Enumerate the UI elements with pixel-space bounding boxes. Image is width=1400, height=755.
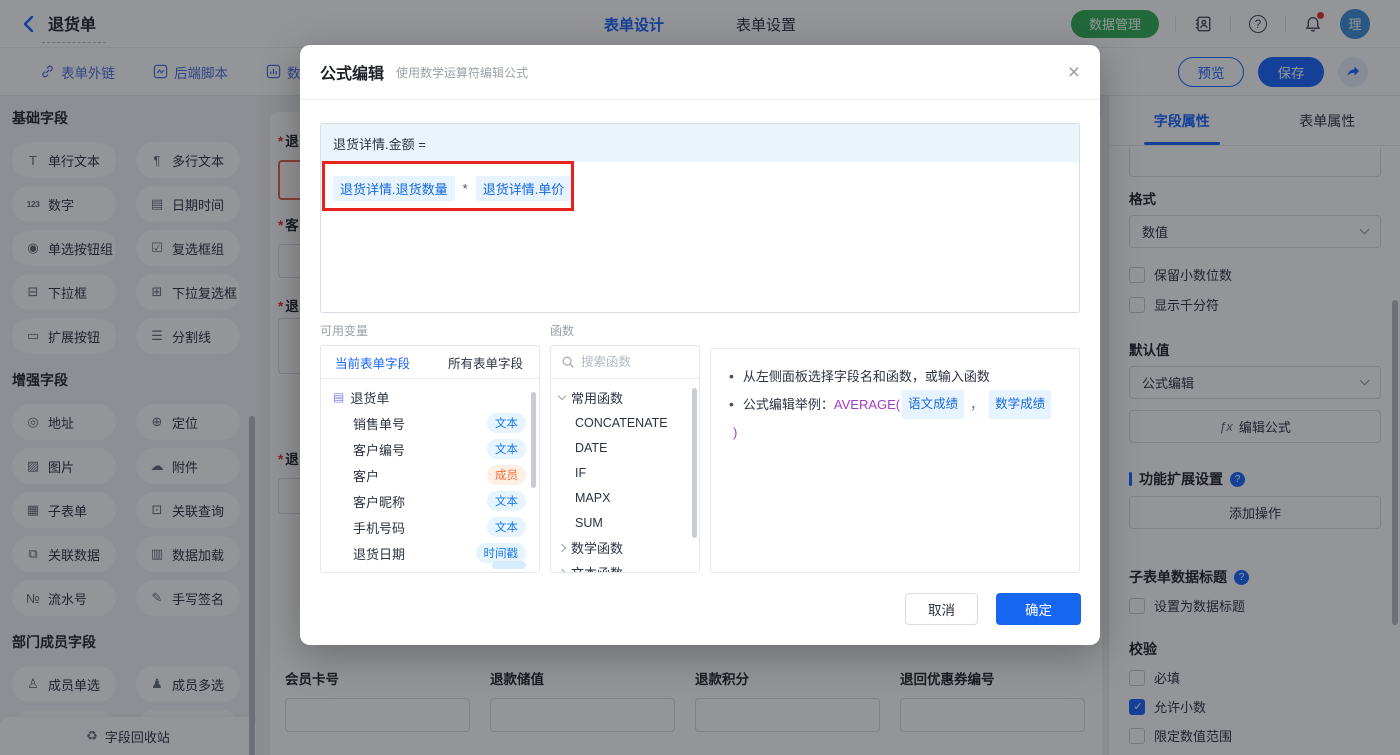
- example-function-name: AVERAGE(: [833, 397, 901, 412]
- search-icon: [562, 356, 574, 368]
- formula-chip-unit-price[interactable]: 退货详情.单价: [475, 176, 572, 201]
- modal-subtitle: 使用数学运算符编辑公式: [396, 65, 529, 80]
- group-text-functions[interactable]: 文本函数: [551, 560, 699, 572]
- functions-scrollbar[interactable]: [692, 388, 697, 538]
- tab-current-form-fields[interactable]: 当前表单字段: [321, 353, 410, 372]
- chevron-right-icon: [557, 568, 567, 572]
- functions-label: 函数: [550, 324, 575, 338]
- fn-mapx[interactable]: MAPX: [551, 485, 699, 510]
- clipped-badge: [492, 561, 526, 569]
- app-root: 退货单 表单设计 表单设置 数据管理 ? 理 表单外链 后端脚本 预览 保存 基…: [0, 0, 1400, 755]
- function-search-input[interactable]: [581, 355, 671, 369]
- group-math-functions[interactable]: 数学函数: [551, 535, 699, 560]
- type-badge: 文本: [487, 439, 526, 459]
- cancel-button[interactable]: 取消: [905, 593, 978, 625]
- tree-field-phone-number[interactable]: 手机号码 文本: [321, 514, 539, 540]
- formula-chip-return-qty[interactable]: 退货详情.退货数量: [333, 176, 455, 201]
- formula-help-box: • 从左侧面板选择字段名和函数，或输入函数 • 公式编辑举例： AVERAGE(…: [710, 348, 1080, 573]
- tree-field-customer[interactable]: 客户 成员: [321, 462, 539, 488]
- bullet-icon: •: [729, 368, 734, 384]
- tree-field-customer-no[interactable]: 客户编号 文本: [321, 436, 539, 462]
- variables-label: 可用变量: [320, 324, 369, 338]
- type-badge: 文本: [487, 413, 526, 433]
- type-badge: 成员: [487, 465, 526, 485]
- help-line-1: 从左侧面板选择字段名和函数，或输入函数: [742, 369, 990, 384]
- fn-date[interactable]: DATE: [551, 435, 699, 460]
- chevron-down-icon: [557, 391, 567, 401]
- confirm-button[interactable]: 确定: [996, 593, 1081, 625]
- formula-expression[interactable]: 退货详情.退货数量 * 退货详情.单价: [321, 162, 1079, 215]
- type-badge: 时间戳: [475, 543, 526, 563]
- example-comma: ，: [970, 397, 984, 412]
- tree-field-customer-nickname[interactable]: 客户昵称 文本: [321, 488, 539, 514]
- fn-sum[interactable]: SUM: [551, 510, 699, 535]
- tree-root-return-order[interactable]: ▤ 退货单: [321, 384, 539, 410]
- multiply-operator: *: [462, 181, 468, 196]
- formula-editor-box[interactable]: 退货详情.金额 = 退货详情.退货数量 * 退货详情.单价: [320, 123, 1080, 313]
- formula-editor-modal: 公式编辑 使用数学运算符编辑公式 × 退货详情.金额 = 退货详情.退货数量 *…: [300, 45, 1100, 645]
- formula-target: 退货详情.金额 =: [321, 124, 1079, 162]
- tab-all-form-fields[interactable]: 所有表单字段: [448, 353, 539, 372]
- fn-if[interactable]: IF: [551, 460, 699, 485]
- group-common-functions[interactable]: 常用函数: [551, 385, 699, 410]
- document-icon: ▤: [333, 390, 345, 404]
- function-search[interactable]: [551, 346, 699, 379]
- example-close-paren: ): [733, 425, 738, 440]
- variables-box: 当前表单字段 所有表单字段 ▤ 退货单 销售单号 文本 客户编号 文本 客户 成员 客…: [320, 345, 540, 573]
- type-badge: 文本: [487, 517, 526, 537]
- bullet-icon: •: [729, 396, 734, 412]
- variables-tree: ▤ 退货单 销售单号 文本 客户编号 文本 客户 成员 客户昵称 文本 手机号码 文本 退…: [321, 379, 539, 569]
- type-badge: 文本: [487, 491, 526, 511]
- function-list: 常用函数 CONCATENATE DATE IF MAPX SUM 数学函数 文…: [551, 379, 699, 572]
- modal-title: 公式编辑: [320, 66, 385, 83]
- chevron-right-icon: [557, 543, 567, 552]
- example-arg-math-score: 数学成绩: [989, 390, 1052, 419]
- fn-concatenate[interactable]: CONCATENATE: [551, 410, 699, 435]
- tree-field-sales-order-no[interactable]: 销售单号 文本: [321, 410, 539, 436]
- close-icon[interactable]: ×: [1068, 62, 1080, 83]
- functions-box: 常用函数 CONCATENATE DATE IF MAPX SUM 数学函数 文…: [550, 345, 700, 573]
- example-arg-chinese-score: 语文成绩: [902, 390, 965, 419]
- help-example-prefix: 公式编辑举例：: [742, 397, 834, 412]
- variables-scrollbar[interactable]: [531, 392, 536, 488]
